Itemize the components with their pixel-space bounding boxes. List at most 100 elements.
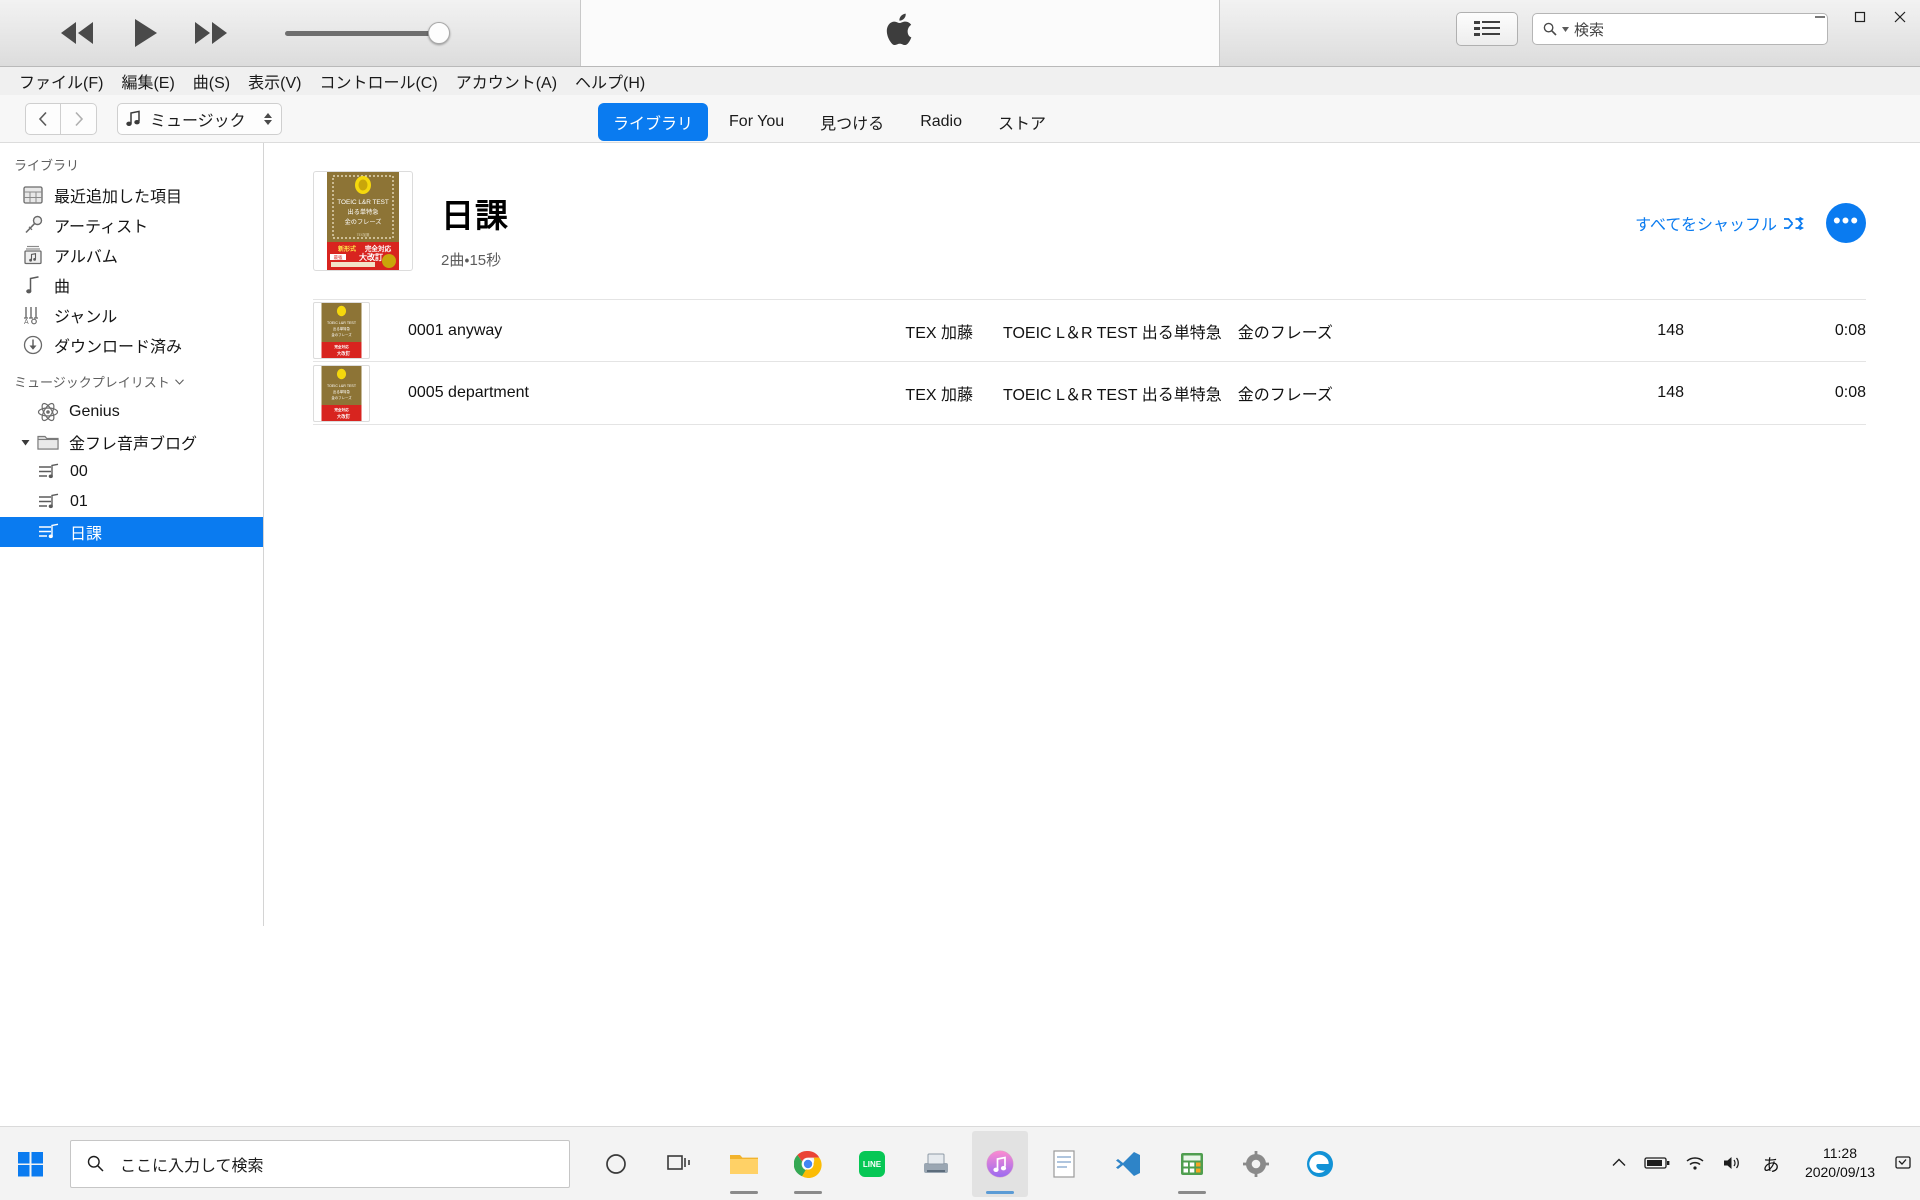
menu-item-account[interactable]: アカウント(A) — [447, 66, 566, 96]
notepad-icon[interactable] — [1036, 1131, 1092, 1197]
forward-button[interactable] — [61, 102, 97, 135]
file-explorer-icon[interactable] — [716, 1131, 772, 1197]
taskbar-clock[interactable]: 11:28 2020/09/13 — [1792, 1144, 1888, 1182]
scanner-icon[interactable] — [908, 1131, 964, 1197]
sidebar-item-folder-kinfure[interactable]: 金フレ音声ブログ — [0, 427, 263, 457]
search-input[interactable]: 検索 — [1532, 13, 1828, 45]
speaker-icon[interactable] — [1716, 1133, 1750, 1193]
show-desktop-icon[interactable] — [1892, 1133, 1914, 1193]
sidebar-item-label: 01 — [70, 493, 88, 510]
shuffle-all-button[interactable]: すべてをシャッフル — [1635, 211, 1804, 235]
sidebar-item-label: Genius — [69, 403, 120, 420]
rewind-icon[interactable] — [55, 18, 99, 48]
ime-indicator[interactable]: あ — [1754, 1133, 1788, 1193]
svg-text:完全対応: 完全対応 — [364, 244, 392, 253]
vscode-icon[interactable] — [1100, 1131, 1156, 1197]
close-button[interactable] — [1880, 0, 1920, 34]
tab-for-you[interactable]: For You — [714, 106, 799, 138]
volume-knob[interactable] — [428, 22, 450, 44]
sidebar: ライブラリ 最近追加した項目 アーティスト アルバム 曲 A ジャンル ダウンロ… — [0, 143, 264, 926]
sidebar-item-songs[interactable]: 曲 — [0, 270, 263, 300]
menu-item-controls[interactable]: コントロール(C) — [310, 66, 446, 96]
sidebar-item-playlist-00[interactable]: 00 — [0, 457, 263, 487]
library-picker[interactable]: ミュージック — [117, 102, 282, 135]
track-album: TOEIC L＆R TEST 出る単特急 金のフレーズ — [1003, 387, 1333, 404]
album-actions: すべてをシャッフル ••• — [1635, 203, 1866, 243]
chrome-icon[interactable] — [780, 1131, 836, 1197]
tab-browse[interactable]: 見つける — [805, 103, 899, 141]
menu-item-edit[interactable]: 編集(E) — [112, 66, 183, 96]
song-list-icon[interactable] — [1456, 12, 1518, 46]
sidebar-item-label: アルバム — [54, 249, 118, 266]
sidebar-item-genres[interactable]: A ジャンル — [0, 300, 263, 330]
line-icon[interactable]: LINE — [844, 1131, 900, 1197]
menu-item-song[interactable]: 曲(S) — [184, 66, 239, 96]
track-album: TOEIC L＆R TEST 出る単特急 金のフレーズ — [1003, 324, 1333, 342]
disclosure-triangle-icon[interactable] — [18, 438, 32, 447]
show-hidden-icons-icon[interactable] — [1602, 1133, 1636, 1193]
tab-library[interactable]: ライブラリ — [598, 103, 709, 141]
menu-bar: ファイル(F) 編集(E) 曲(S) 表示(V) コントロール(C) アカウント… — [0, 67, 1920, 95]
edge-icon[interactable] — [1292, 1131, 1348, 1197]
maximize-button[interactable] — [1840, 0, 1880, 34]
itunes-icon[interactable] — [972, 1130, 1028, 1197]
svg-text:LINE: LINE — [863, 1160, 882, 1169]
windows-start-icon[interactable] — [0, 1127, 62, 1200]
table-row[interactable]: TOEIC L&R TEST 出る単特急 金のフレーズ 完全対応 大改訂 000… — [313, 299, 1866, 362]
taskbar-search-input[interactable]: ここに入力して検索 — [70, 1139, 570, 1188]
library-tabs: ライブラリ For You 見つける Radio ストア — [598, 103, 1061, 141]
album-header: TOEIC L&R TEST 出る単特急 金のフレーズ TEX加藤 新形式 完全… — [265, 143, 1920, 271]
sidebar-item-downloaded[interactable]: ダウンロード済み — [0, 330, 263, 360]
sidebar-item-playlist-nikka[interactable]: 日課 — [0, 517, 263, 547]
sidebar-item-artists[interactable]: アーティスト — [0, 210, 263, 240]
sidebar-item-genius[interactable]: Genius — [0, 397, 263, 427]
svg-text:大改訂: 大改訂 — [337, 350, 351, 357]
back-button[interactable] — [25, 102, 61, 135]
sidebar-item-playlist-01[interactable]: 01 — [0, 487, 263, 517]
chevron-down-icon[interactable] — [1562, 26, 1569, 32]
genius-atom-icon — [33, 402, 63, 422]
tab-radio[interactable]: Radio — [905, 106, 977, 138]
chevron-right-icon — [75, 111, 84, 126]
calculator-icon[interactable] — [1164, 1131, 1220, 1197]
fast-forward-icon[interactable] — [189, 18, 233, 48]
play-icon[interactable] — [125, 14, 163, 52]
sidebar-section-playlists[interactable]: ミュージックプレイリスト — [0, 360, 263, 397]
svg-text:A: A — [24, 319, 29, 325]
menu-item-view[interactable]: 表示(V) — [239, 66, 310, 96]
page-title: 日課 — [441, 197, 509, 234]
cortana-icon[interactable] — [588, 1131, 644, 1197]
table-row[interactable]: TOEIC L&R TEST 出る単特急 金のフレーズ 完全対応 大改訂 000… — [313, 362, 1866, 425]
sidebar-item-label: 日課 — [70, 526, 103, 543]
track-bpm: 148 — [1657, 384, 1684, 401]
up-down-chevron-icon[interactable] — [263, 111, 273, 127]
more-options-button[interactable]: ••• — [1826, 203, 1866, 243]
microphone-icon — [18, 215, 48, 235]
minimize-button[interactable] — [1800, 0, 1840, 34]
svg-text:金のフレーズ: 金のフレーズ — [345, 218, 382, 226]
sidebar-item-recently-added[interactable]: 最近追加した項目 — [0, 180, 263, 210]
track-artist: TEX 加藤 — [905, 324, 973, 342]
search-icon — [1543, 22, 1557, 36]
menu-item-file[interactable]: ファイル(F) — [10, 66, 112, 96]
battery-icon[interactable] — [1640, 1133, 1674, 1193]
task-view-icon[interactable] — [652, 1131, 708, 1197]
track-duration: 0:08 — [1834, 321, 1866, 339]
settings-icon[interactable] — [1228, 1131, 1284, 1197]
menu-item-help[interactable]: ヘルプ(H) — [566, 66, 654, 96]
chevron-down-icon[interactable] — [174, 378, 184, 385]
clock-date: 2020/09/13 — [1804, 1164, 1876, 1180]
volume-slider[interactable] — [285, 21, 465, 45]
track-title: 0001 anyway — [408, 321, 503, 339]
svg-text:大改訂: 大改訂 — [359, 252, 383, 262]
apple-logo-icon — [883, 9, 917, 58]
system-tray: あ 11:28 2020/09/13 — [1602, 1126, 1920, 1200]
track-title: 0005 department — [408, 384, 529, 401]
svg-text:金のフレーズ: 金のフレーズ — [331, 395, 352, 400]
tab-store[interactable]: ストア — [983, 103, 1061, 141]
track-bpm: 148 — [1657, 321, 1684, 339]
chevron-left-icon — [38, 111, 47, 126]
sidebar-item-albums[interactable]: アルバム — [0, 240, 263, 270]
nav-arrows — [25, 102, 97, 135]
wifi-icon[interactable] — [1678, 1133, 1712, 1193]
